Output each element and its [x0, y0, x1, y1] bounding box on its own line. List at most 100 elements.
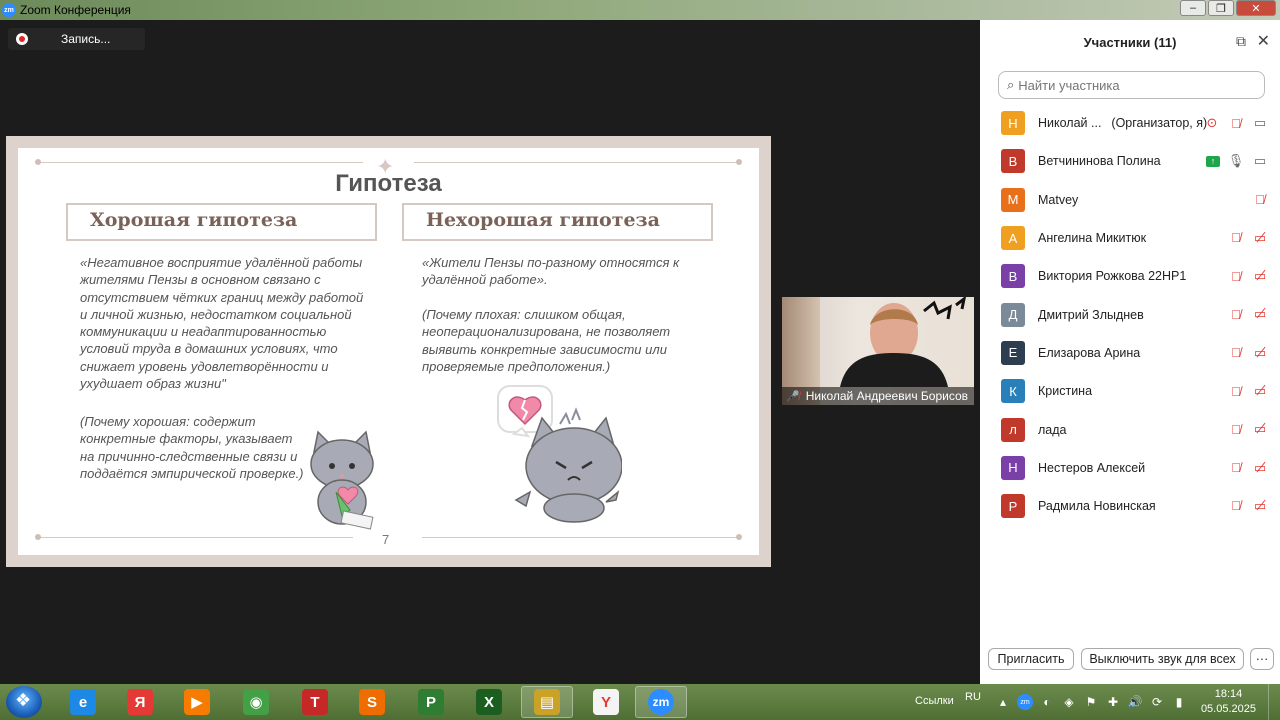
participant-row[interactable]: В Ветчининова Полина ↑ 🎙 ▭ [980, 142, 1280, 180]
language-indicator[interactable]: RU [965, 691, 981, 703]
mic-muted-icon[interactable]: 🎙̸ [1228, 460, 1244, 476]
flag-icon[interactable]: ⚑ [1083, 694, 1099, 710]
more-options-button[interactable]: ··· [1250, 648, 1274, 670]
start-button[interactable] [6, 686, 42, 718]
mute-all-button[interactable]: Выключить звук для всех [1081, 648, 1244, 670]
self-video-name-bar: 🎤̸ Николай Андреевич Борисов [782, 387, 974, 405]
avatar: В [1001, 149, 1025, 174]
invite-button[interactable]: Пригласить [988, 648, 1074, 670]
decor-dot [35, 159, 41, 165]
avatar: Н [1001, 455, 1025, 480]
mic-muted-icon[interactable]: 🎙̸ [1228, 421, 1244, 437]
record-icon[interactable]: ⊙ [1204, 115, 1220, 131]
participant-name: Matvey [1038, 192, 1079, 207]
recording-indicator[interactable]: Запись... [8, 28, 145, 50]
links-toolbar[interactable]: Ссылки [915, 695, 954, 707]
security-icon[interactable]: ◈ [1061, 694, 1077, 710]
share-screen-icon[interactable]: ↑ [1206, 155, 1220, 167]
participant-row[interactable]: л лада 🎙̸ ▭̸ [980, 410, 1280, 448]
signal-icon[interactable]: ▮ [1171, 694, 1187, 710]
participant-row[interactable]: M Matvey 🎙̸ [980, 181, 1280, 219]
video-off-icon[interactable]: ▭̸ [1252, 421, 1268, 437]
mic-muted-icon[interactable]: 🎙̸ [1228, 306, 1244, 322]
video-off-icon[interactable]: ▭̸ [1252, 383, 1268, 399]
close-panel-icon[interactable]: ✕ [1257, 31, 1270, 51]
mic-muted-icon[interactable]: 🎙̸ [1228, 345, 1244, 361]
taskbar-app-media-player[interactable]: ▶ [171, 686, 223, 718]
excel-icon: X [476, 689, 502, 715]
participant-search[interactable]: ⌕ [998, 71, 1265, 99]
search-input[interactable] [1018, 77, 1239, 93]
mic-muted-icon[interactable]: 🎙̸ [1228, 268, 1244, 284]
meeting-stage: Запись... ✦ Гипотеза Хорошая гипотеза Не… [0, 20, 980, 684]
explorer-icon: ▤ [534, 689, 560, 715]
clock-time: 18:14 [1214, 688, 1243, 700]
taskbar-app-p-app[interactable]: P [405, 686, 457, 718]
mic-muted-icon[interactable]: 🎙̸ [1228, 115, 1244, 131]
decor-dot [736, 159, 742, 165]
avatar: Е [1001, 340, 1025, 365]
video-off-icon[interactable]: ▭̸ [1252, 498, 1268, 514]
zoom-app-icon: zm [2, 3, 16, 17]
video-off-icon[interactable]: ▭̸ [1252, 306, 1268, 322]
decor-line [38, 162, 363, 163]
taskbar-app-zoom[interactable]: zm [635, 686, 687, 718]
popout-icon[interactable]: ⧉ [1236, 33, 1246, 50]
minimize-button[interactable]: – [1180, 0, 1206, 16]
video-off-icon[interactable]: ▭̸ [1252, 230, 1268, 246]
good-hypothesis-text: «Негативное восприятие удалённой работы … [80, 255, 364, 392]
good-hypothesis-note: (Почему хорошая: содержит конкретные фак… [80, 414, 304, 481]
zoom-icon: zm [648, 689, 674, 715]
yandex-browser-icon: Y [593, 689, 619, 715]
avatar: M [1001, 187, 1025, 212]
network-icon[interactable]: ◐ [1039, 694, 1055, 710]
video-on-icon[interactable]: ▭ [1252, 115, 1268, 131]
self-video-name: Николай Андреевич Борисов [805, 389, 969, 403]
mic-muted-icon[interactable]: 🎙̸ [1228, 498, 1244, 514]
close-window-button[interactable]: ✕ [1236, 0, 1276, 16]
taskbar-app-ie[interactable]: e [57, 686, 109, 718]
video-off-icon[interactable]: ▭̸ [1252, 345, 1268, 361]
participants-footer: Пригласить Выключить звук для всех ··· [980, 648, 1280, 672]
participant-row[interactable]: К Кристина 🎙̸ ▭̸ [980, 372, 1280, 410]
participant-name: Кристина [1038, 384, 1093, 399]
taskbar-app-chrome[interactable]: ◉ [230, 686, 282, 718]
mic-on-icon[interactable]: 🎙 [1228, 153, 1245, 169]
taskbar-app-yandex[interactable]: Я [114, 686, 166, 718]
participant-row[interactable]: Н Нестеров Алексей 🎙̸ ▭̸ [980, 449, 1280, 487]
window-title: Zoom Конференция [20, 3, 131, 17]
maximize-button[interactable]: ❐ [1208, 0, 1234, 16]
video-on-icon[interactable]: ▭ [1252, 153, 1268, 169]
taskbar-app-t-app[interactable]: T [289, 686, 341, 718]
taskbar-app-explorer[interactable]: ▤ [521, 686, 573, 718]
participant-row[interactable]: Д Дмитрий Злыднев 🎙̸ ▭̸ [980, 295, 1280, 333]
yandex-icon: Я [127, 689, 153, 715]
sync-icon[interactable]: ⟳ [1149, 694, 1165, 710]
mic-muted-icon[interactable]: 🎙̸ [1228, 230, 1244, 246]
bad-hypothesis-text: «Жители Пензы по-разному относятся к уда… [422, 255, 680, 288]
taskbar-app-excel[interactable]: X [463, 686, 515, 718]
taskbar-app-s-app[interactable]: S [346, 686, 398, 718]
power-icon[interactable]: ✚ [1105, 694, 1121, 710]
taskbar-app-yandex-browser[interactable]: Y [580, 686, 632, 718]
chevron-up-icon[interactable]: ▴ [995, 694, 1011, 710]
participant-row[interactable]: В Виктория Рожкова 22НР1 🎙̸ ▭̸ [980, 257, 1280, 295]
mic-muted-icon[interactable]: 🎙̸ [1252, 192, 1268, 208]
self-video-tile[interactable]: 🎤̸ Николай Андреевич Борисов [782, 297, 974, 405]
decor-line [414, 162, 739, 163]
participant-row[interactable]: Н Николай ... (Организатор, я) ⊙ 🎙̸ ▭ [980, 104, 1280, 142]
decor-dot [736, 534, 742, 540]
show-desktop-button[interactable] [1268, 684, 1280, 720]
participant-row[interactable]: Е Елизарова Арина 🎙̸ ▭̸ [980, 334, 1280, 372]
participants-panel: Участники (11) ⧉ ✕ ⌕ Н Николай ... (Органи… [980, 20, 1280, 684]
volume-icon[interactable]: 🔊 [1127, 694, 1143, 710]
participant-row[interactable]: Р Радмила Новинская 🎙̸ ▭̸ [980, 487, 1280, 525]
participants-header: Участники (11) ⧉ ✕ [980, 20, 1280, 64]
zoom-tray-icon[interactable]: zm [1017, 694, 1033, 710]
mic-muted-icon[interactable]: 🎙̸ [1228, 383, 1244, 399]
participant-name: Виктория Рожкова 22НР1 [1038, 269, 1187, 284]
system-clock[interactable]: 18:14 05.05.2025 [1201, 687, 1256, 717]
video-off-icon[interactable]: ▭̸ [1252, 460, 1268, 476]
participant-row[interactable]: А Ангелина Микитюк 🎙̸ ▭̸ [980, 219, 1280, 257]
video-off-icon[interactable]: ▭̸ [1252, 268, 1268, 284]
